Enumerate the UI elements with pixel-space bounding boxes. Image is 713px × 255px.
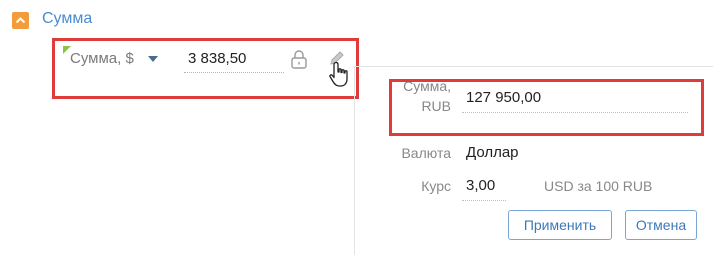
currency-value[interactable]: Доллар <box>466 144 519 161</box>
section-title[interactable]: Сумма <box>42 10 92 28</box>
rub-amount-highlight <box>389 79 704 136</box>
rate-value[interactable]: 3,00 <box>466 177 495 194</box>
rate-unit: USD за 100 RUB <box>544 178 653 194</box>
popup-border-top <box>354 66 713 67</box>
currency-label: Валюта <box>401 145 451 161</box>
amount-field-highlight <box>52 38 359 99</box>
rate-label: Курс <box>421 178 451 194</box>
chevron-up-icon <box>15 17 26 24</box>
collapse-button[interactable] <box>12 12 29 29</box>
cancel-button[interactable]: Отмена <box>625 210 697 240</box>
apply-button[interactable]: Применить <box>508 210 612 240</box>
rate-underline <box>462 200 506 201</box>
popup-border-left <box>354 66 355 255</box>
